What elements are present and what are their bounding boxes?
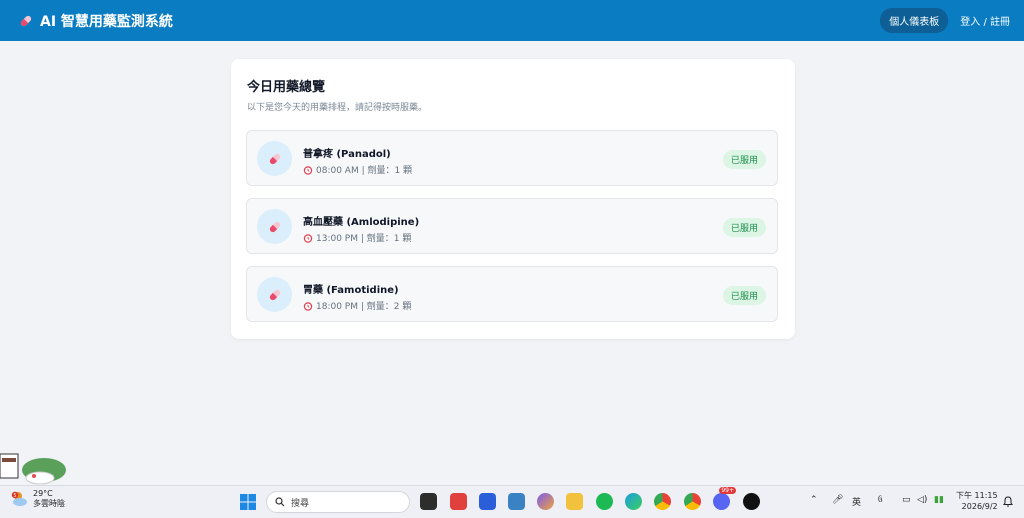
medication-schedule: 13:00 PM | 劑量：1 顆: [303, 231, 411, 244]
dashboard-button[interactable]: 個人儀表板: [880, 8, 949, 33]
desktop-widget-art: [0, 453, 66, 485]
top-navbar: AI 智慧用藥監測系統 個人儀表板 登入 / 註冊: [0, 0, 1024, 41]
login-register-link[interactable]: 登入 / 註冊: [960, 13, 1010, 28]
app-title: AI 智慧用藥監測系統: [40, 13, 173, 30]
chevron-up-icon[interactable]: ⌃: [810, 495, 818, 505]
medication-name: 胃藥 (Famotidine): [303, 285, 399, 296]
weather-temperature: 29°C: [33, 489, 53, 498]
pill-icon: [257, 277, 292, 312]
search-placeholder: 搜尋: [291, 498, 310, 509]
jetbrains-ide-icon[interactable]: [450, 493, 467, 510]
cloud-icon: 5: [11, 491, 27, 506]
medication-time-dose: 08:00 AM | 劑量：1 顆: [316, 166, 413, 176]
ime-mode-icon[interactable]: ᦑ: [878, 495, 883, 505]
medication-item[interactable]: 普拿疼 (Panadol) 08:00 AM | 劑量：1 顆 已服用: [246, 130, 778, 186]
medication-name: 高血壓藥 (Amlodipine): [303, 217, 420, 228]
file-explorer-icon[interactable]: [566, 493, 583, 510]
weather-description: 多雲時陰: [33, 499, 65, 508]
page-subtitle: 以下是您今天的用藥排程，請記得按時服藥。: [247, 103, 428, 113]
pill-icon: [257, 141, 292, 176]
photos-app-icon[interactable]: [508, 493, 525, 510]
brand[interactable]: AI 智慧用藥監測系統: [18, 11, 173, 31]
chrome-browser-2-icon[interactable]: [684, 493, 701, 510]
microphone-icon[interactable]: 🎤︎: [832, 495, 843, 505]
weather-badge: 5: [13, 493, 16, 499]
medication-name: 普拿疼 (Panadol): [303, 149, 391, 160]
medication-item[interactable]: 胃藥 (Famotidine) 18:00 PM | 劑量：2 顆 已服用: [246, 266, 778, 322]
search-icon: [275, 497, 285, 507]
alarm-clock-icon: [303, 233, 313, 243]
clock-date: 2026/9/2: [961, 502, 998, 511]
notification-bell-icon[interactable]: [1003, 496, 1013, 508]
volume-icon[interactable]: ◁): [917, 495, 927, 505]
status-badge: 已服用: [722, 286, 766, 305]
battery-icon[interactable]: ▮▮: [934, 495, 944, 505]
taskbar-search-box[interactable]: 搜尋: [266, 491, 410, 513]
medication-time-dose: 18:00 PM | 劑量：2 顆: [316, 302, 412, 312]
system-clock[interactable]: 下午 11:15 2026/9/2: [956, 490, 998, 512]
page-title: 今日用藥總覽: [247, 80, 326, 95]
discord-icon[interactable]: 99+: [713, 487, 736, 510]
weather-widget[interactable]: 5 29°C 多雲時陰: [10, 489, 65, 509]
status-badge: 已服用: [722, 150, 766, 169]
pill-icon: [20, 15, 32, 26]
alarm-clock-icon: [303, 301, 313, 311]
medication-schedule: 18:00 PM | 劑量：2 顆: [303, 299, 411, 312]
medication-schedule: 08:00 AM | 劑量：1 顆: [303, 163, 412, 176]
taskbar: 5 29°C 多雲時陰 搜尋 99+ ⌃ 🎤︎ 英 ᦑ ▭ ◁) ▮▮ 下午 1…: [0, 485, 1024, 518]
network-icon[interactable]: ▭: [902, 495, 911, 505]
copilot-icon[interactable]: [537, 493, 554, 510]
github-desktop-icon[interactable]: [743, 493, 760, 510]
discord-notification-badge: 99+: [719, 487, 736, 494]
ime-language-indicator[interactable]: 英: [852, 495, 861, 508]
spotify-icon[interactable]: [596, 493, 613, 510]
chrome-browser-icon[interactable]: [654, 493, 671, 510]
edge-browser-icon[interactable]: [625, 493, 642, 510]
clock-time: 下午 11:15: [956, 491, 998, 500]
top-nav: 個人儀表板 登入 / 註冊: [880, 8, 1010, 33]
medication-overview-card: 今日用藥總覽 以下是您今天的用藥排程，請記得按時服藥。 普拿疼 (Panadol…: [231, 59, 795, 339]
pill-icon: [257, 209, 292, 244]
medication-time-dose: 13:00 PM | 劑量：1 顆: [316, 234, 412, 244]
jetbrains-ide-2-icon[interactable]: [479, 493, 496, 510]
task-view-icon[interactable]: [420, 493, 437, 510]
status-badge: 已服用: [722, 218, 766, 237]
alarm-clock-icon: [303, 165, 313, 175]
medication-item[interactable]: 高血壓藥 (Amlodipine) 13:00 PM | 劑量：1 顆 已服用: [246, 198, 778, 254]
windows-start-icon[interactable]: [240, 494, 256, 510]
